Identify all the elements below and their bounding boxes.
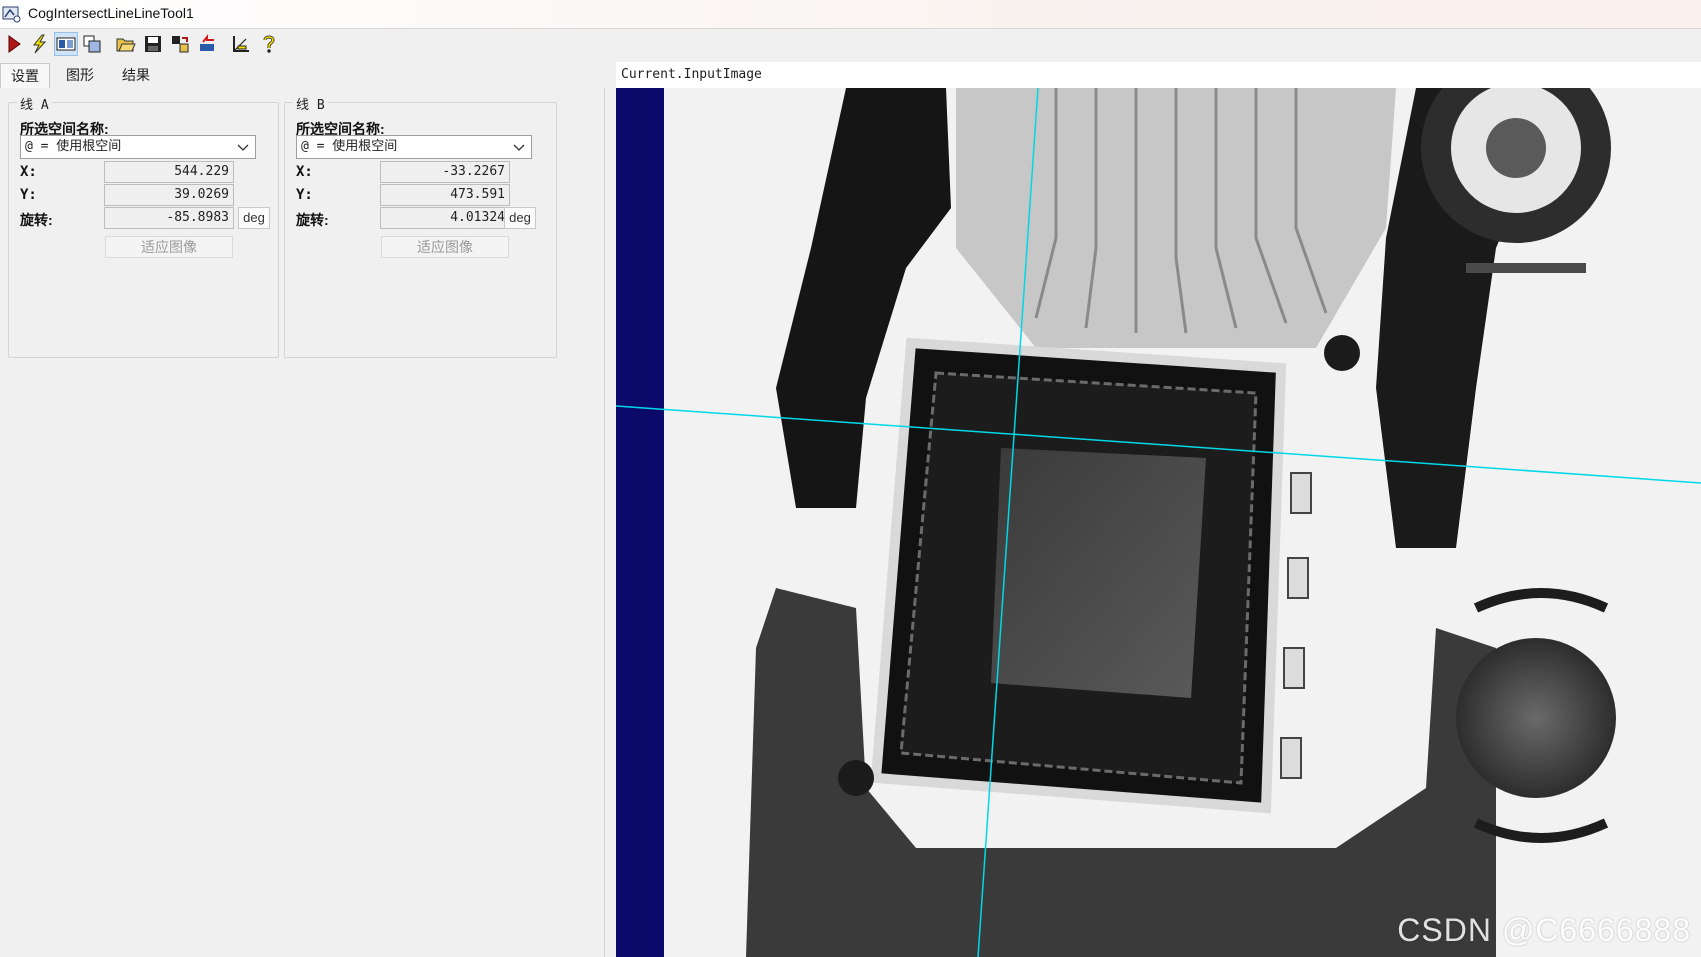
copy-image-button[interactable] bbox=[80, 32, 104, 56]
tab-results[interactable]: 结果 bbox=[112, 63, 160, 87]
export-icon bbox=[172, 36, 189, 53]
line-a-x-input[interactable]: 544.229 bbox=[104, 161, 234, 183]
line-b-title: 线 B bbox=[293, 94, 328, 113]
image-viewer[interactable]: CSDN @C6666888 bbox=[616, 88, 1701, 957]
settings-panel: 线 A 所选空间名称: @ = 使用根空间 X: 544.229 Y: 39.0… bbox=[0, 88, 605, 957]
chevron-down-icon bbox=[237, 144, 249, 151]
line-a-y-label: Y: bbox=[20, 187, 37, 203]
image-display-button[interactable] bbox=[54, 32, 78, 56]
line-a-y-input[interactable]: 39.0269 bbox=[104, 184, 234, 206]
line-a-rotation-label: 旋转: bbox=[20, 212, 53, 228]
line-b-space-value: @ = 使用根空间 bbox=[301, 139, 398, 154]
line-a-title: 线 A bbox=[17, 94, 52, 113]
line-b-space-select[interactable]: @ = 使用根空间 bbox=[296, 135, 532, 159]
export-button[interactable] bbox=[168, 32, 192, 56]
copy-image-icon bbox=[83, 35, 101, 53]
measure-icon bbox=[233, 36, 249, 52]
line-a-rotation-unit[interactable]: deg bbox=[238, 207, 270, 229]
tab-graphics[interactable]: 图形 bbox=[56, 63, 104, 87]
line-a-space-select[interactable]: @ = 使用根空间 bbox=[20, 135, 256, 159]
help-icon bbox=[263, 35, 275, 53]
line-b-rotation-input[interactable]: 4.01324 bbox=[380, 207, 510, 229]
electric-button[interactable] bbox=[27, 32, 51, 56]
line-b-x-label: X: bbox=[296, 164, 313, 180]
image-caption: Current.InputImage bbox=[621, 67, 762, 82]
run-icon bbox=[8, 35, 21, 53]
line-a-fit-image-button[interactable]: 适应图像 bbox=[105, 236, 233, 258]
line-b-rotation-unit[interactable]: deg bbox=[504, 207, 536, 229]
line-a-x-label: X: bbox=[20, 164, 37, 180]
inspection-image[interactable] bbox=[616, 88, 1701, 957]
line-b-y-input[interactable]: 473.591 bbox=[380, 184, 510, 206]
image-display-icon bbox=[56, 37, 76, 51]
electric-icon bbox=[32, 34, 47, 54]
line-a-group: 线 A 所选空间名称: @ = 使用根空间 X: 544.229 Y: 39.0… bbox=[8, 94, 279, 358]
window-title: CogIntersectLineLineTool1 bbox=[28, 5, 194, 21]
app-icon bbox=[2, 6, 21, 23]
run-button[interactable] bbox=[2, 32, 26, 56]
measure-button[interactable] bbox=[229, 32, 253, 56]
save-button[interactable] bbox=[141, 32, 165, 56]
line-b-x-input[interactable]: -33.2267 bbox=[380, 161, 510, 183]
line-b-fit-image-button[interactable]: 适应图像 bbox=[381, 236, 509, 258]
tab-settings[interactable]: 设置 bbox=[0, 63, 50, 88]
line-b-y-label: Y: bbox=[296, 187, 313, 203]
open-icon bbox=[116, 38, 136, 52]
help-button[interactable] bbox=[257, 32, 281, 56]
title-bar: CogIntersectLineLineTool1 bbox=[0, 0, 1701, 29]
line-a-space-value: @ = 使用根空间 bbox=[25, 139, 122, 154]
reset-button[interactable] bbox=[195, 32, 219, 56]
line-b-group: 线 B 所选空间名称: @ = 使用根空间 X: -33.2267 Y: 473… bbox=[284, 94, 557, 358]
open-button[interactable] bbox=[114, 32, 138, 56]
line-b-rotation-label: 旋转: bbox=[296, 212, 329, 228]
reset-icon bbox=[200, 34, 214, 51]
toolbar bbox=[0, 29, 1701, 61]
line-a-rotation-input[interactable]: -85.8983 bbox=[104, 207, 234, 229]
tab-bar: 设置 图形 结果 bbox=[0, 63, 560, 89]
save-icon bbox=[145, 36, 161, 52]
viewer-margin bbox=[616, 88, 664, 957]
watermark: CSDN @C6666888 bbox=[1397, 912, 1691, 948]
chevron-down-icon bbox=[513, 144, 525, 151]
